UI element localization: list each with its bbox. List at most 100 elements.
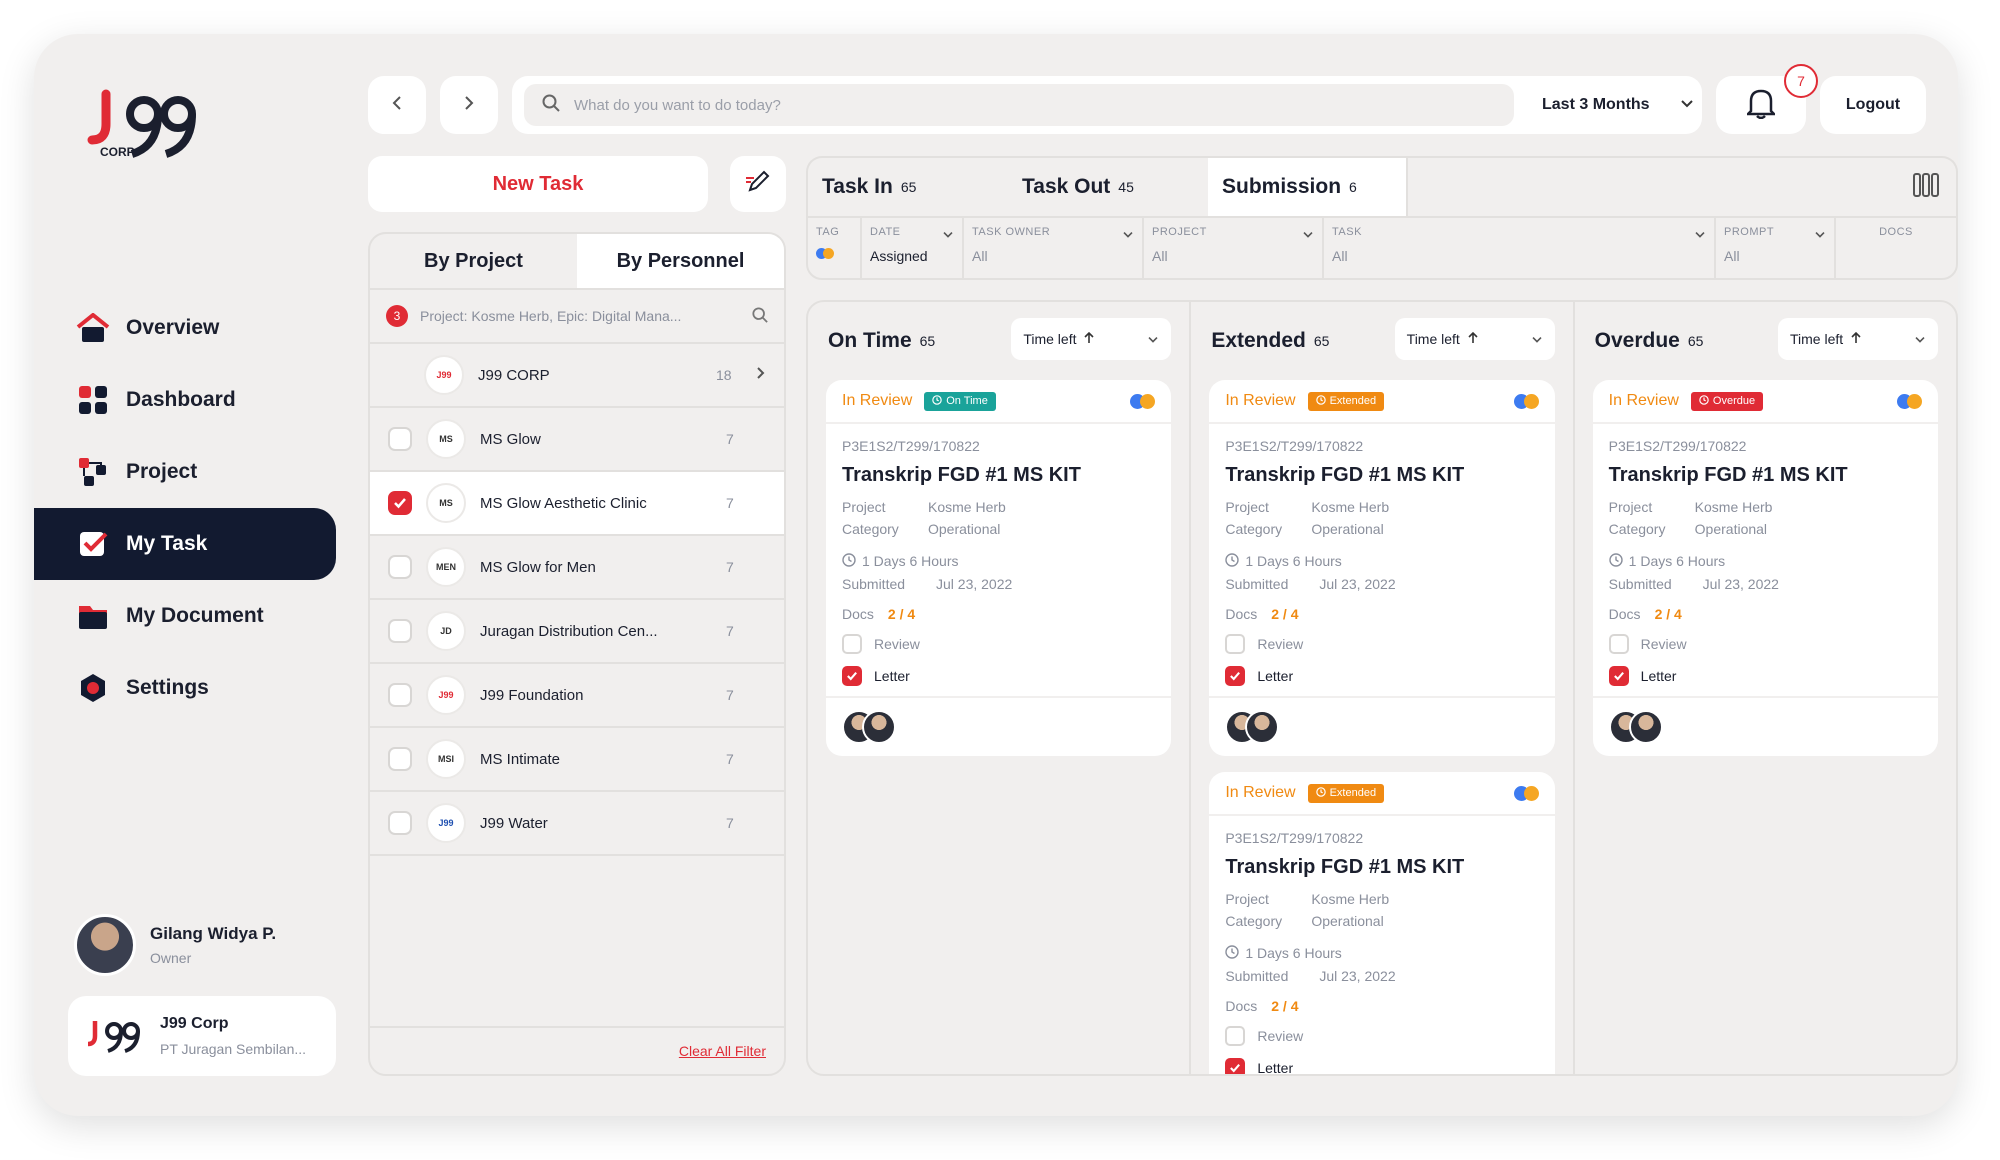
search-icon[interactable] [752, 306, 768, 326]
company-switcher[interactable]: J99 Corp PT Juragan Sembilan... [68, 996, 336, 1076]
nav-item-settings[interactable]: Settings [34, 652, 336, 724]
list-item[interactable]: J99 J99 Foundation 7 [370, 664, 784, 728]
checkbox[interactable] [388, 683, 412, 707]
filter-value: All [1152, 248, 1168, 264]
filter-docs[interactable]: DOCS [1836, 218, 1956, 278]
checkbox[interactable] [1225, 1026, 1246, 1046]
logout-button[interactable]: Logout [1820, 76, 1926, 134]
checkbox[interactable] [842, 634, 862, 654]
filter-value: All [972, 248, 988, 264]
list-item[interactable]: J99 J99 Water 7 [370, 792, 784, 856]
column-view-button[interactable] [1896, 158, 1956, 216]
clock-icon [1608, 553, 1623, 570]
checkbox[interactable] [1225, 634, 1246, 654]
tab-submission[interactable]: Submission 6 [1208, 158, 1408, 216]
toggle-icon[interactable] [1130, 393, 1156, 409]
checkbox-checked[interactable] [842, 666, 862, 686]
sort-select[interactable]: Time left [1777, 318, 1938, 360]
notifications-button[interactable]: 7 [1716, 64, 1818, 134]
list-item-name: Juragan Distribution Cen... [480, 622, 658, 640]
nav-label: Overview [126, 316, 220, 339]
toggle-icon[interactable] [1896, 393, 1922, 409]
list-item-name: MS Glow [480, 430, 541, 448]
check-item-label: Review [1257, 1028, 1304, 1044]
checkbox[interactable] [388, 619, 412, 643]
tab-by-project[interactable]: By Project [370, 234, 577, 288]
search-input[interactable] [574, 96, 1474, 114]
column-overdue: Overdue 65 Time left In Review Overdue P… [1575, 302, 1956, 1074]
filter-head: TASK OWNER [972, 226, 1051, 238]
status-badge-label: Extended [1329, 395, 1377, 407]
checkbox[interactable] [388, 811, 412, 835]
assignees [1592, 696, 1938, 756]
project-value: Kosme Herb [1694, 499, 1773, 515]
chevron-down-icon [1531, 331, 1543, 347]
toggle-icon[interactable] [1513, 393, 1539, 409]
category-value: Operational [1311, 521, 1384, 537]
status-label: In Review [1225, 392, 1296, 409]
nav-item-dashboard[interactable]: Dashboard [34, 364, 336, 436]
docs-label: Docs [842, 606, 874, 622]
checkbox-checked[interactable] [1225, 1058, 1246, 1074]
tab-count: 45 [1118, 179, 1134, 195]
user-profile[interactable]: Gilang Widya P. Owner [74, 914, 276, 976]
filter-project[interactable]: PROJECT All [1144, 218, 1324, 278]
task-card[interactable]: In Review Extended P3E1S2/T299/170822 Tr… [1209, 772, 1555, 1074]
submitted-label: Submitted [1225, 576, 1289, 592]
company-logo: MSI [426, 739, 466, 779]
app-window: CORP. Overview Dashboard Project My Task… [34, 34, 1958, 1116]
nav-item-my-task[interactable]: My Task [34, 508, 336, 580]
list-item[interactable]: MS MS Glow Aesthetic Clinic 7 [370, 472, 784, 536]
tab-task-out[interactable]: Task Out 45 [1008, 158, 1208, 216]
notification-count: 7 [1784, 64, 1818, 98]
company-logo: JD [426, 611, 466, 651]
toggle-icon[interactable] [1513, 785, 1539, 801]
new-task-button[interactable]: New Task [368, 156, 708, 212]
filter-date[interactable]: DATE Assigned [862, 218, 964, 278]
list-item[interactable]: MSI MS Intimate 7 [370, 728, 784, 792]
nav-item-overview[interactable]: Overview [34, 292, 336, 364]
forward-button[interactable] [440, 76, 498, 134]
checkbox[interactable] [388, 555, 412, 579]
filter-tag[interactable]: TAG [808, 218, 862, 278]
task-card[interactable]: In Review Extended P3E1S2/T299/170822 Tr… [1209, 380, 1555, 756]
back-button[interactable] [368, 76, 426, 134]
filter-prompt[interactable]: PROMPT All [1716, 218, 1836, 278]
nav-item-my-document[interactable]: My Document [34, 580, 336, 652]
avatar [1245, 710, 1280, 744]
checkbox-checked[interactable] [388, 491, 412, 515]
docs-count: 2 / 4 [887, 606, 916, 622]
list-item[interactable]: JD Juragan Distribution Cen... 7 [370, 600, 784, 664]
sort-select[interactable]: Time left [1011, 318, 1172, 360]
nav-item-project[interactable]: Project [34, 436, 336, 508]
task-card[interactable]: In Review On Time P3E1S2/T299/170822 Tra… [826, 380, 1172, 756]
list-item[interactable]: MS MS Glow 7 [370, 408, 784, 472]
edit-button[interactable] [730, 156, 786, 212]
task-title: Transkrip FGD #1 MS KIT [1225, 464, 1465, 486]
status-badge: On Time [924, 391, 996, 411]
checkbox[interactable] [388, 747, 412, 771]
checkbox[interactable] [388, 427, 412, 451]
filter-task[interactable]: TASK All [1324, 218, 1716, 278]
sort-select[interactable]: Time left [1394, 318, 1555, 360]
clear-all-filter-link[interactable]: Clear All Filter [370, 1026, 784, 1074]
tab-by-personnel[interactable]: By Personnel [577, 234, 784, 288]
list-item[interactable]: MEN MS Glow for Men 7 [370, 536, 784, 600]
assignees [1209, 696, 1555, 756]
filter-task-owner[interactable]: TASK OWNER All [964, 218, 1144, 278]
tab-task-in[interactable]: Task In 65 [808, 158, 1008, 216]
arrow-up-icon [1468, 331, 1478, 347]
task-code: P3E1S2/T299/170822 [1225, 830, 1364, 846]
category-value: Operational [1311, 913, 1384, 929]
company-group-row[interactable]: J99 J99 CORP 18 [370, 344, 784, 408]
filter-query[interactable]: 3 Project: Kosme Herb, Epic: Digital Man… [370, 288, 784, 344]
checkbox[interactable] [1608, 634, 1629, 654]
task-code: P3E1S2/T299/170822 [842, 438, 980, 454]
task-card[interactable]: In Review Overdue P3E1S2/T299/170822 Tra… [1592, 380, 1938, 756]
search-field[interactable] [524, 84, 1514, 126]
date-range-select[interactable]: Last 3 Months [1542, 76, 1694, 134]
checkbox-checked[interactable] [1225, 666, 1246, 686]
checkbox-checked[interactable] [1608, 666, 1629, 686]
category-label: Category [842, 521, 899, 537]
avatar [1628, 710, 1663, 744]
